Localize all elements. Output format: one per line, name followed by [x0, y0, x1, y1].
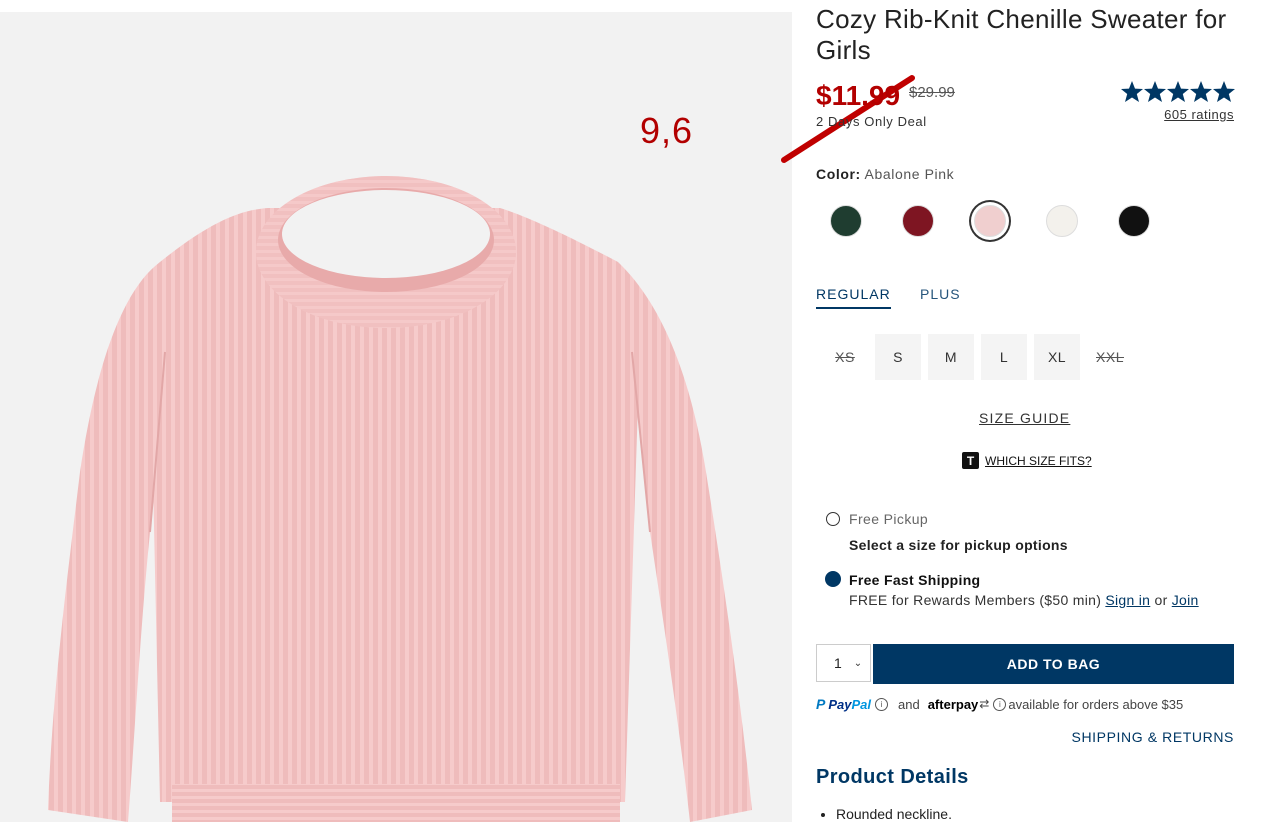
quantity-select[interactable]: 1 ⌄: [816, 644, 871, 682]
size-guide-link[interactable]: SIZE GUIDE: [979, 410, 1070, 426]
afterpay-info-icon[interactable]: i: [993, 697, 1007, 711]
original-price: $29.99: [909, 84, 955, 101]
shipping-returns-link[interactable]: SHIPPING & RETURNS: [1072, 729, 1235, 745]
size-s[interactable]: S: [875, 334, 921, 380]
product-info-panel: Cozy Rib-Knit Chenille Sweater for Girls…: [816, 0, 1236, 822]
paypal-logo[interactable]: P Pay Pal: [816, 696, 871, 712]
or-text: or: [1154, 592, 1168, 608]
size-xl[interactable]: XL: [1034, 334, 1080, 380]
afterpay-arrows-icon: ⇄: [979, 697, 990, 711]
tab-regular[interactable]: REGULAR: [816, 286, 891, 309]
pickup-radio[interactable]: [826, 512, 840, 526]
product-details-heading: Product Details: [816, 766, 969, 788]
selected-color-name: Abalone Pink: [864, 166, 955, 182]
color-swatch-black[interactable]: [1118, 205, 1150, 237]
add-to-bag-button[interactable]: ADD TO BAG: [873, 644, 1234, 684]
color-label-title: Color:: [816, 166, 861, 182]
color-swatch-abalone-pink[interactable]: [974, 205, 1006, 237]
which-size-fits-link[interactable]: T WHICH SIZE FITS?: [962, 452, 1092, 469]
rating-stars-icon[interactable]: [1121, 80, 1235, 104]
quantity-value: 1: [834, 655, 842, 671]
payment-options-row: P Pay Pal i and afterpay ⇄ i available fo…: [816, 696, 1183, 712]
product-image[interactable]: 9,6: [0, 12, 792, 822]
payment-availability-text: available for orders above $35: [1008, 696, 1184, 712]
join-link[interactable]: Join: [1172, 592, 1199, 608]
color-swatch-cream[interactable]: [1046, 205, 1078, 237]
true-fit-icon: T: [962, 452, 979, 469]
sale-price: $11.99: [816, 80, 901, 111]
pickup-label: Free Pickup: [849, 511, 929, 527]
which-size-fits-label: WHICH SIZE FITS?: [985, 453, 1092, 468]
color-swatch-burgundy[interactable]: [902, 205, 934, 237]
paypal-pal-text: Pal: [851, 696, 871, 712]
paypal-info-icon[interactable]: i: [875, 697, 888, 711]
paypal-pay-text: Pay: [828, 696, 852, 712]
chevron-down-icon: ⌄: [853, 657, 863, 669]
shipping-sub-label: FREE for Rewards Members ($50 min) Sign …: [849, 592, 1199, 608]
sign-in-link[interactable]: Sign in: [1105, 592, 1150, 608]
list-item: Rounded neckline.: [836, 806, 952, 822]
paypal-p-icon: P: [816, 696, 826, 712]
afterpay-logo[interactable]: afterpay: [928, 697, 979, 712]
color-swatch-green[interactable]: [830, 205, 862, 237]
pickup-sub-label: Select a size for pickup options: [849, 537, 1068, 553]
shipping-label: Free Fast Shipping: [849, 572, 981, 588]
size-xxl[interactable]: XXL: [1087, 334, 1133, 380]
tab-plus[interactable]: PLUS: [920, 286, 961, 307]
color-label: Color: Abalone Pink: [816, 166, 954, 182]
product-details-list: Rounded neckline.: [816, 806, 952, 822]
size-xs[interactable]: XS: [822, 334, 868, 380]
size-l[interactable]: L: [981, 334, 1027, 380]
ratings-count-link[interactable]: 605 ratings: [1164, 107, 1234, 122]
shipping-sub-text: FREE for Rewards Members ($50 min): [849, 592, 1102, 608]
and-text: and: [898, 696, 920, 712]
product-title: Cozy Rib-Knit Chenille Sweater for Girls: [816, 4, 1227, 65]
deal-label: 2 Days Only Deal: [816, 114, 927, 129]
shipping-radio[interactable]: [825, 571, 841, 587]
size-m[interactable]: M: [928, 334, 974, 380]
annotation-number: 9,6: [640, 110, 694, 151]
